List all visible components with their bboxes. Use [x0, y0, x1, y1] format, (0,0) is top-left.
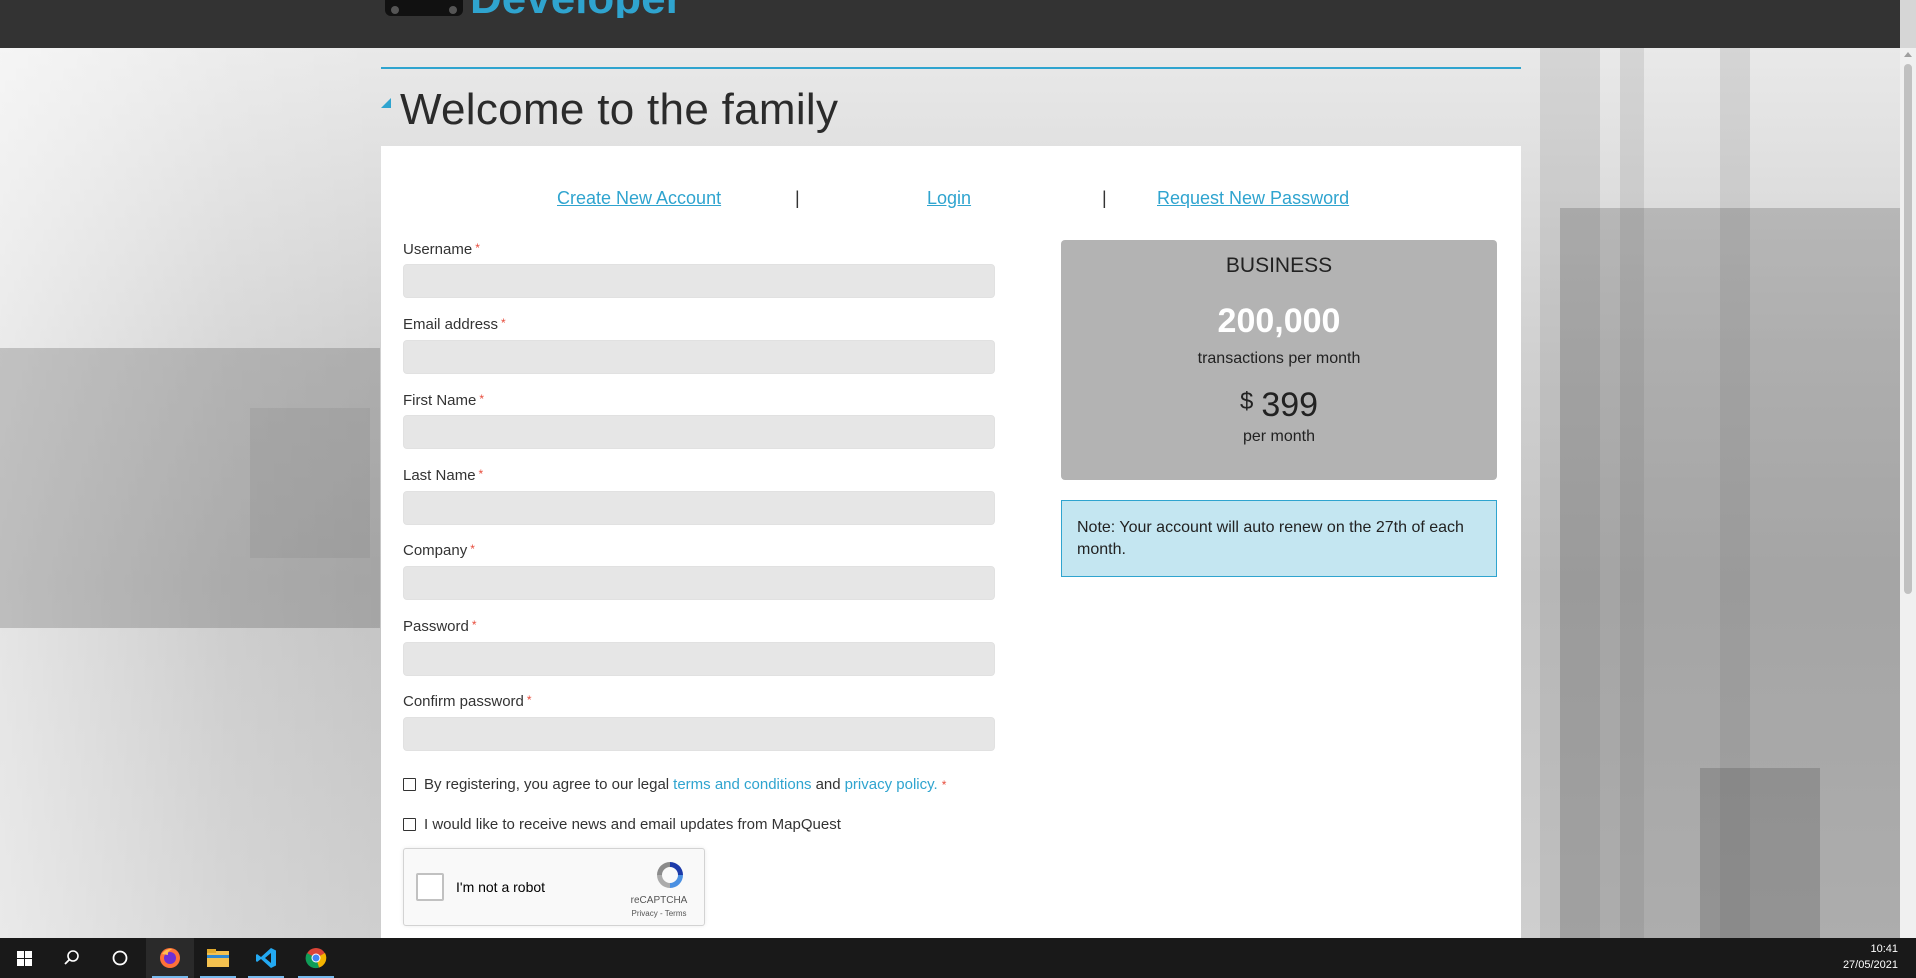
- email-input[interactable]: [403, 340, 995, 374]
- newsletter-checkbox[interactable]: [403, 818, 416, 831]
- scrollbar-thumb[interactable]: [1904, 64, 1912, 594]
- terms-link[interactable]: terms and conditions: [673, 776, 811, 793]
- recaptcha-checkbox[interactable]: [416, 873, 444, 901]
- site-logo[interactable]: Developer: [470, 0, 683, 18]
- username-input[interactable]: [403, 264, 995, 298]
- terms-checkbox[interactable]: [403, 778, 416, 791]
- last-name-input[interactable]: [403, 491, 995, 525]
- logo-car-icon: [385, 0, 463, 16]
- recaptcha-widget: I'm not a robot reCAPTCHA Privacy - Term…: [403, 848, 705, 926]
- windows-taskbar: 10:41 27/05/2021: [0, 938, 1916, 978]
- file-explorer-icon[interactable]: [194, 938, 242, 978]
- create-account-link[interactable]: Create New Account: [557, 188, 721, 209]
- currency-symbol: $: [1239, 388, 1254, 415]
- company-input[interactable]: [403, 566, 995, 600]
- windows-start-icon[interactable]: [0, 938, 48, 978]
- auto-renew-note: Note: Your account will auto renew on th…: [1061, 500, 1497, 577]
- vscode-icon[interactable]: [242, 938, 290, 978]
- vertical-scrollbar[interactable]: [1900, 48, 1916, 938]
- password-input[interactable]: [403, 642, 995, 676]
- recaptcha-terms-link[interactable]: Terms: [665, 909, 687, 918]
- terms-and: and: [815, 776, 841, 793]
- clock-date: 27/05/2021: [1842, 959, 1898, 971]
- request-password-link[interactable]: Request New Password: [1157, 188, 1349, 209]
- plan-transactions: 200,000: [1217, 302, 1341, 340]
- company-label: Company *: [403, 542, 475, 559]
- plan-price-label: per month: [1242, 428, 1316, 445]
- recaptcha-brand: reCAPTCHA: [630, 895, 688, 906]
- plan-name: BUSINESS: [1225, 254, 1333, 277]
- cortana-icon[interactable]: [96, 938, 144, 978]
- recaptcha-label: I'm not a robot: [456, 879, 546, 895]
- plan-transactions-label: transactions per month: [1197, 350, 1361, 367]
- terms-required-marker: *: [941, 777, 947, 792]
- password-label: Password *: [403, 618, 477, 635]
- terms-prefix: By registering, you agree to our legal: [424, 776, 670, 793]
- recaptcha-privacy-link[interactable]: Privacy: [632, 909, 658, 918]
- title-divider: [381, 67, 1521, 69]
- plan-card: BUSINESS 200,000 transactions per month …: [1061, 240, 1497, 480]
- plan-price: $399: [1061, 386, 1497, 425]
- site-header: Developer: [0, 0, 1900, 48]
- email-label: Email address *: [403, 316, 506, 333]
- system-clock[interactable]: 10:41 27/05/2021: [1843, 941, 1898, 973]
- plan-price-value: 399: [1261, 386, 1319, 424]
- newsletter-label: I would like to receive news and email u…: [424, 816, 841, 833]
- login-link[interactable]: Login: [927, 188, 971, 209]
- recaptcha-footer: Privacy - Terms: [631, 909, 687, 918]
- registration-panel: Create New Account | Login | Request New…: [381, 146, 1521, 938]
- search-icon[interactable]: [48, 938, 96, 978]
- nav-separator: |: [795, 188, 800, 208]
- firefox-icon[interactable]: [146, 938, 194, 978]
- confirm-password-input[interactable]: [403, 717, 995, 751]
- first-name-input[interactable]: [403, 415, 995, 449]
- scroll-up-arrow-icon[interactable]: [1904, 52, 1912, 57]
- terms-row: By registering, you agree to our legal t…: [403, 776, 946, 793]
- confirm-password-label: Confirm password *: [403, 693, 532, 710]
- clock-time: 10:41: [1870, 943, 1898, 955]
- nav-separator: |: [1102, 188, 1107, 208]
- page-title: Welcome to the family: [400, 85, 839, 134]
- first-name-label: First Name *: [403, 392, 485, 409]
- privacy-link[interactable]: privacy policy.: [845, 776, 938, 793]
- username-label: Username *: [403, 241, 480, 258]
- chrome-icon[interactable]: [292, 938, 340, 978]
- last-name-label: Last Name *: [403, 467, 484, 484]
- title-corner-icon: [381, 98, 391, 108]
- newsletter-row: I would like to receive news and email u…: [403, 816, 841, 833]
- recaptcha-logo-icon: [657, 862, 683, 888]
